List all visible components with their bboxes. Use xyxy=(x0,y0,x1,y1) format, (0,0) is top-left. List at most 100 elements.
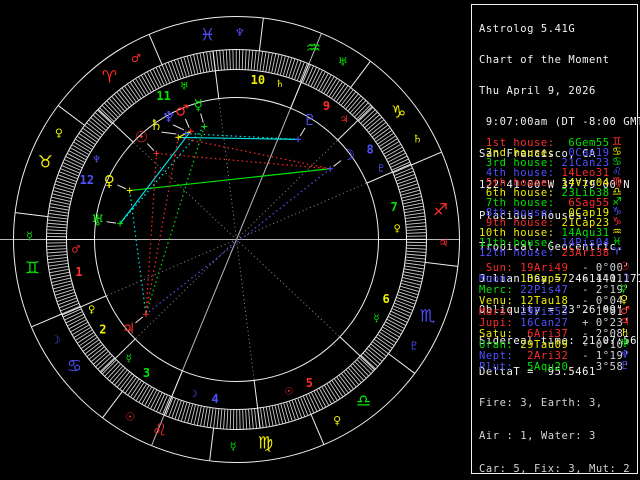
jupiter-position-mark xyxy=(142,311,149,318)
house-cusp-value: 12th house: 23Ari38 xyxy=(479,247,610,259)
venus-ruler-icon: ♀ xyxy=(333,414,341,427)
sign-boundary-line xyxy=(388,353,416,374)
aspect-line-venus-sextile-jupiter xyxy=(129,190,147,315)
mercury-planet-icon: ☿ xyxy=(194,96,203,114)
house-cusp-line-11 xyxy=(212,50,220,99)
pisces-sign-icon: ♓ xyxy=(200,26,215,46)
scorpio-sign-icon: ♏ xyxy=(420,306,435,326)
jupiter-pointer-line xyxy=(135,316,144,324)
house-number-6: 6 xyxy=(383,292,390,306)
saturn-ruler-icon: ♄ xyxy=(412,132,422,145)
house-number-4: 4 xyxy=(212,392,219,406)
sign-boundary-line xyxy=(411,151,442,166)
sign-boundary-line xyxy=(310,414,325,445)
aspect-line-moon-opposition-jupiter xyxy=(145,168,331,315)
aspect-line-mercury-sextile-uranus xyxy=(119,126,205,225)
house-cusp-inner-line xyxy=(236,239,255,381)
chart-title: Chart of the Moment xyxy=(479,54,610,67)
moon-house-ruler-icon: ☽ xyxy=(189,389,198,400)
house-cusp-line-2 xyxy=(61,295,107,316)
saturn-pointer-line xyxy=(161,131,177,135)
leo-sign-icon: ♌ xyxy=(152,421,167,441)
sign-boundary-line xyxy=(31,313,62,328)
moon-ruler-icon: ☽ xyxy=(51,334,61,347)
venus-house-ruler-icon: ♀ xyxy=(88,304,95,315)
mars-pointer-line xyxy=(184,118,190,128)
stat-modes: Car: 5, Fix: 3, Mut: 2 xyxy=(479,463,631,475)
pluto-house-ruler-icon: ♇ xyxy=(377,164,386,175)
astrolog-window: ♈ ♂ ♉ ♀ ♊ ☿ ♋ ☽ ♌ ☉ ♍ ☿ ♎ ♀ ♏ ♇ ♐ ♃ ♑ ♄ ♒ ♅ ♓ ♆ 1 ♂ 2 ♀ 3 ☿ 4 ☽ 5 ☉ 6 ☿ 7 ♀ 8 ♇… xyxy=(0,0,640,480)
mercury-house-ruler-icon: ☿ xyxy=(126,354,132,365)
house-cusp-line-10 xyxy=(290,63,310,109)
pluto-planet-icon: ♇ xyxy=(620,359,630,372)
aspect-line-sun-square-moon xyxy=(156,152,331,170)
info-panel: Astrolog 5.41G Chart of the Moment Thu A… xyxy=(479,0,640,480)
uranus-house-ruler-icon: ♅ xyxy=(180,82,189,93)
saturn-position-mark xyxy=(175,134,182,141)
mars-planet-icon: ♂ xyxy=(175,102,188,120)
house-cusp-inner-line xyxy=(236,139,339,240)
house-number-3: 3 xyxy=(143,366,150,380)
aspect-line-saturn-conjunction-neptune xyxy=(178,133,186,138)
saturn-house-ruler-icon: ♄ xyxy=(275,79,284,90)
jupiter-planet-icon: ♃ xyxy=(122,320,135,338)
sun-position-mark xyxy=(153,150,160,157)
aries-sign-icon: ♈ xyxy=(612,245,622,258)
moon-pointer-line xyxy=(333,160,342,167)
stat-elements-2: Air : 1, Water: 3 xyxy=(479,430,596,442)
uranus-pointer-line xyxy=(106,221,117,224)
mars-house-ruler-icon: ♂ xyxy=(71,244,80,255)
chart-date: Thu April 9, 2026 xyxy=(479,85,596,98)
libra-sign-icon: ♎ xyxy=(356,392,371,412)
capricorn-sign-icon: ♑ xyxy=(391,102,406,122)
mercury-pointer-line xyxy=(200,113,204,123)
virgo-sign-icon: ♍ xyxy=(258,433,273,453)
pluto-ruler-icon: ♇ xyxy=(409,339,419,352)
pluto-position-mark xyxy=(295,136,302,143)
sign-boundary-line xyxy=(15,212,48,218)
planet-position-value: Plut: 5Aqu20 - 3°58' xyxy=(479,361,631,373)
aquarius-sign-icon: ♒ xyxy=(306,38,321,58)
house-number-11: 11 xyxy=(156,89,170,103)
sign-boundary-line xyxy=(425,261,458,267)
house-cusp-line-8 xyxy=(366,163,412,184)
house-number-12: 12 xyxy=(80,173,94,187)
saturn-planet-icon: ♄ xyxy=(150,116,163,134)
venus-ruler-icon: ♀ xyxy=(55,127,63,140)
house-cusp-inner-line xyxy=(236,239,341,338)
uranus-planet-icon: ♅ xyxy=(91,212,104,230)
sign-boundary-line xyxy=(102,391,123,419)
aspect-line-moon-square-saturn xyxy=(178,136,331,170)
sign-boundary-line xyxy=(350,60,371,88)
venus-planet-icon: ♀ xyxy=(104,172,115,190)
mercury-ruler-icon: ☿ xyxy=(230,440,237,453)
stat-elements-1: Fire: 3, Earth: 3, xyxy=(479,397,603,409)
house-number-1: 1 xyxy=(75,265,82,279)
chart-time: 9:07:00am (DT -8:00 GMT) xyxy=(479,116,640,129)
neptune-planet-icon: ♆ xyxy=(162,108,175,126)
gemini-sign-icon: ♊ xyxy=(25,258,40,278)
moon-position-mark xyxy=(327,165,334,172)
sign-boundary-line xyxy=(209,428,215,461)
venus-pointer-line xyxy=(117,184,127,190)
chart-statistics: Fire: 3, Earth: 3, Air : 1, Water: 3 Car… xyxy=(479,376,630,480)
house-cusp-inner-line xyxy=(132,141,237,240)
mercury-ruler-icon: ☿ xyxy=(26,230,33,243)
house-number-9: 9 xyxy=(323,99,330,113)
taurus-sign-icon: ♉ xyxy=(38,153,53,173)
cancer-sign-icon: ♋ xyxy=(67,357,82,377)
neptune-house-ruler-icon: ♆ xyxy=(92,154,101,165)
house-number-5: 5 xyxy=(306,376,313,390)
sun-house-ruler-icon: ☉ xyxy=(284,386,293,397)
sign-boundary-line xyxy=(57,105,85,126)
sun-planet-icon: ☉ xyxy=(134,128,147,146)
house-number-7: 7 xyxy=(391,200,398,214)
house-cusp-line-4 xyxy=(163,370,183,416)
mercury-position-mark xyxy=(201,123,208,130)
venus-house-ruler-icon: ♀ xyxy=(394,224,401,235)
pluto-planet-icon: ♇ xyxy=(303,111,316,129)
neptune-ruler-icon: ♆ xyxy=(235,26,245,39)
jupiter-house-ruler-icon: ♃ xyxy=(340,114,349,125)
sagittarius-sign-icon: ♐ xyxy=(433,201,448,221)
jupiter-ruler-icon: ♃ xyxy=(439,236,449,249)
